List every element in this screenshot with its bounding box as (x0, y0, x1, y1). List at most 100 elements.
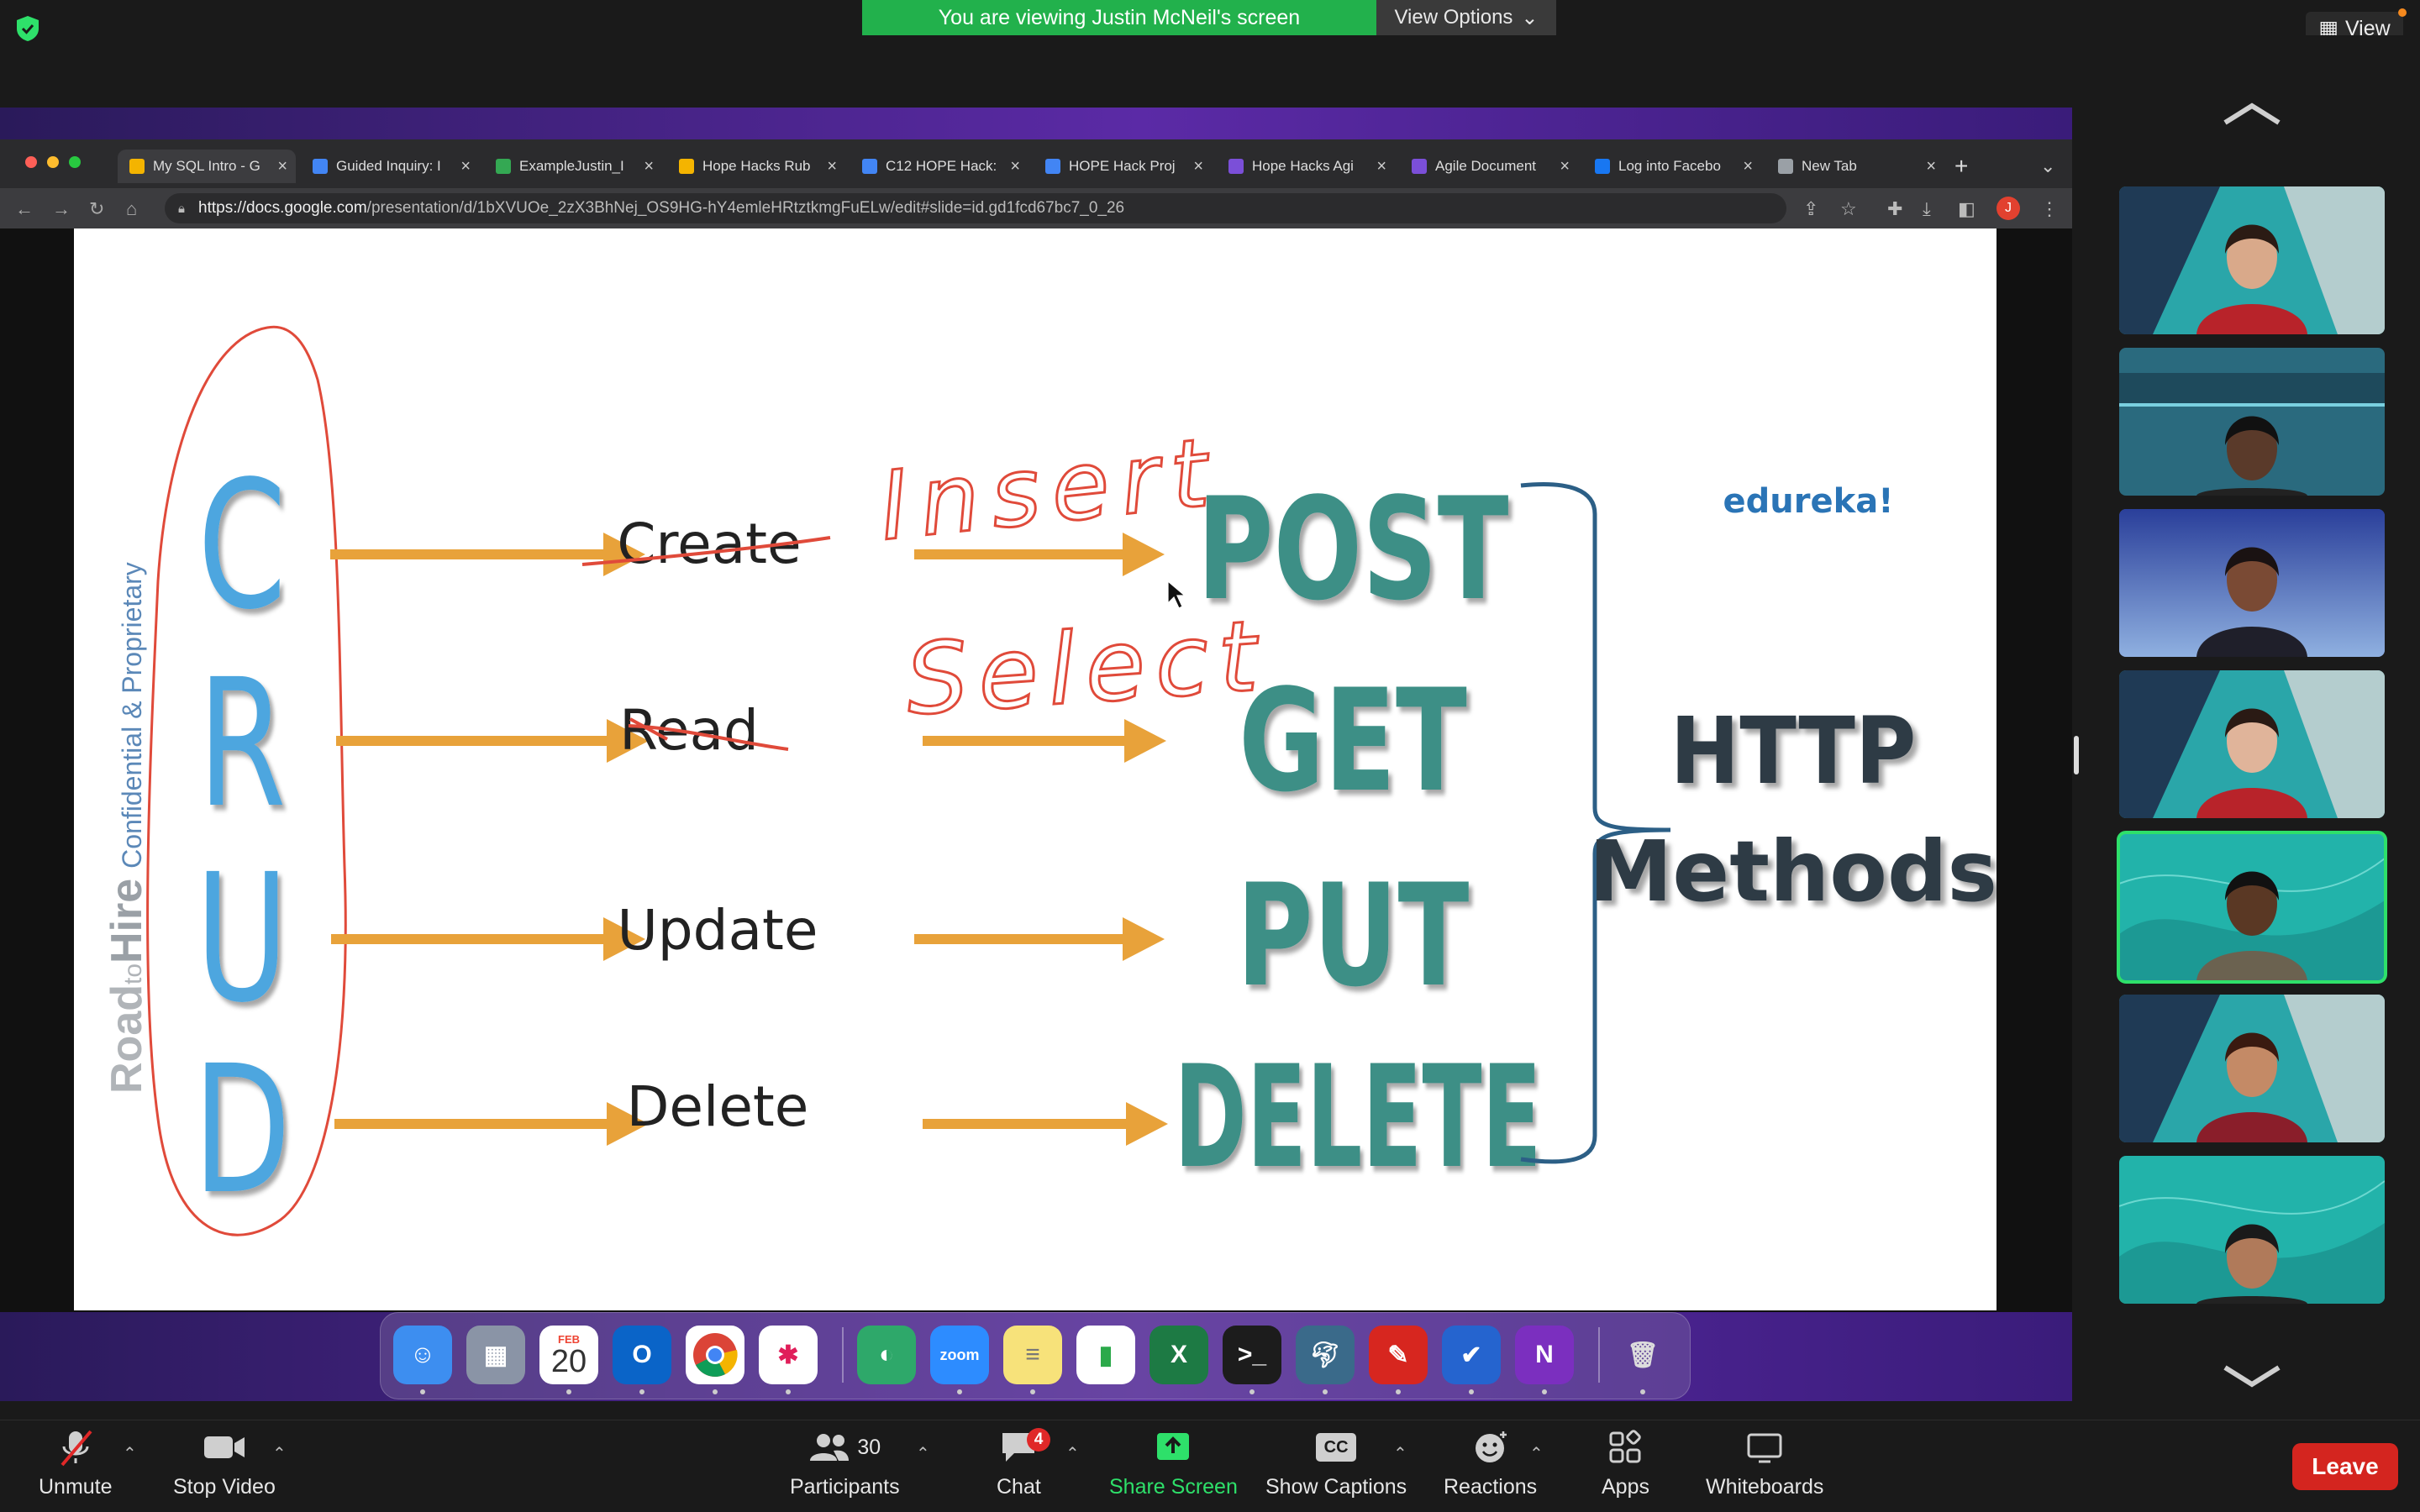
browser-tab[interactable]: Agile Document × (1400, 150, 1578, 183)
side-panel-icon[interactable]: ◧ (1958, 198, 1975, 220)
tasks-icon[interactable]: ✔ (1442, 1326, 1501, 1384)
browser-tab[interactable]: New Tab × (1766, 150, 1944, 183)
tab-close-icon[interactable]: × (1376, 157, 1386, 176)
window-maximize-icon[interactable] (69, 156, 81, 168)
participant-video-tile[interactable] (2117, 831, 2387, 984)
participant-video-tile[interactable] (2119, 670, 2385, 818)
participant-video-tile[interactable] (2119, 995, 2385, 1142)
crud-letter: U (196, 837, 289, 1042)
tab-favicon-icon (1228, 159, 1244, 174)
numbers-icon[interactable]: ▮ (1076, 1326, 1135, 1384)
encryption-shield-icon[interactable] (15, 15, 40, 42)
window-minimize-icon[interactable] (47, 156, 59, 168)
notes-icon[interactable]: ≡ (1003, 1326, 1062, 1384)
show-captions-button[interactable]: CC Show Captions (1265, 1428, 1407, 1499)
watermark-hire: Hire (103, 879, 151, 963)
view-options-button[interactable]: View Options ⌄ (1376, 0, 1556, 35)
browser-tab[interactable]: My SQL Intro - G × (118, 150, 296, 183)
participant-video-tile[interactable] (2119, 1156, 2385, 1304)
browser-tab[interactable]: Log into Facebo × (1583, 150, 1761, 183)
watermark-road: Road (103, 984, 151, 1094)
launchpad-icon[interactable]: ▦ (466, 1326, 525, 1384)
dock-running-indicator (420, 1389, 425, 1394)
terminal-icon[interactable]: >_ (1223, 1326, 1281, 1384)
tab-close-icon[interactable]: × (1560, 157, 1570, 176)
excel-icon[interactable]: X (1150, 1326, 1208, 1384)
smiley-icon (1475, 1431, 1507, 1462)
participant-video-tile[interactable] (2119, 348, 2385, 496)
chat-caret-icon[interactable]: ⌃ (1065, 1443, 1080, 1464)
leave-button[interactable]: Leave (2292, 1443, 2398, 1490)
reactions-caret-icon[interactable]: ⌃ (1529, 1443, 1544, 1464)
zoom-app-label: zoom (939, 1346, 980, 1363)
calendar-icon[interactable]: FEB 20 (539, 1326, 598, 1384)
tab-close-icon[interactable]: × (827, 157, 837, 176)
participant-video-tile[interactable] (2119, 186, 2385, 334)
crud-letters: CRUD (193, 444, 291, 1233)
zoom-meeting-window: You are viewing Justin McNeil's screen V… (0, 0, 2420, 1512)
extensions-icon[interactable]: ✚ (1887, 198, 1902, 220)
slack-icon[interactable]: ✱ (759, 1326, 818, 1384)
share-screen-button[interactable]: Share Screen (1109, 1428, 1238, 1499)
profile-avatar[interactable]: J (1996, 197, 2020, 220)
chat-unread-badge: 4 (1027, 1428, 1050, 1452)
onenote-icon[interactable]: N (1515, 1326, 1574, 1384)
tab-close-icon[interactable]: × (1743, 157, 1753, 176)
browser-tab[interactable]: HOPE Hack Proj × (1034, 150, 1212, 183)
reload-icon[interactable]: ↻ (89, 198, 104, 220)
panel-resize-handle[interactable] (2074, 736, 2079, 774)
browser-tab[interactable]: Guided Inquiry: I × (301, 150, 479, 183)
tab-search-icon[interactable]: ⌄ (2028, 150, 2062, 183)
tab-close-icon[interactable]: × (1193, 157, 1203, 176)
participants-caret-icon[interactable]: ⌃ (916, 1443, 930, 1464)
dock-running-indicator (713, 1389, 718, 1394)
participant-video-tile[interactable] (2119, 509, 2385, 657)
crud-letter: R (197, 642, 286, 847)
tab-favicon-icon (1412, 159, 1427, 174)
stop-video-button[interactable]: Stop Video (173, 1428, 276, 1499)
participants-label: Participants (790, 1475, 900, 1499)
apps-button[interactable]: Apps (1602, 1428, 1649, 1499)
right-arrow-icon (334, 1102, 649, 1146)
http-method-label: DELETE (1174, 1035, 1541, 1200)
mysql-workbench-icon[interactable]: 🐬︎ (1296, 1326, 1355, 1384)
viewing-screen-text: You are viewing Justin McNeil's screen (938, 5, 1301, 29)
network-globe-icon[interactable]: ◐ (857, 1326, 916, 1384)
outlook-icon[interactable]: O (613, 1326, 671, 1384)
trash-icon[interactable]: 🗑︎ (1613, 1326, 1672, 1384)
browser-tab[interactable]: ExampleJustin_I × (484, 150, 662, 183)
tab-close-icon[interactable]: × (277, 157, 287, 176)
tab-close-icon[interactable]: × (644, 157, 654, 176)
scroll-up-chevron-icon[interactable] (2218, 97, 2286, 131)
forward-arrow-icon[interactable]: → (52, 198, 71, 220)
back-arrow-icon[interactable]: ← (15, 198, 34, 220)
dock-running-indicator (1542, 1389, 1547, 1394)
download-icon[interactable]: ⤓ (1923, 198, 1931, 220)
share-icon[interactable]: ⇪ (1803, 198, 1818, 220)
tab-close-icon[interactable]: × (1010, 157, 1020, 176)
bookmark-star-icon[interactable]: ☆ (1840, 198, 1857, 220)
participants-button[interactable]: 30 Participants (790, 1428, 900, 1499)
muted-microphone-icon (60, 1430, 92, 1467)
url-field[interactable]: 🔒︎ https://docs.google.com/presentation/… (165, 193, 1786, 223)
tab-close-icon[interactable]: × (460, 157, 471, 176)
captions-caret-icon[interactable]: ⌃ (1393, 1443, 1407, 1464)
window-close-icon[interactable] (25, 156, 37, 168)
home-icon[interactable]: ⌂ (126, 198, 137, 220)
browser-menu-icon[interactable]: ⋮ (2040, 198, 2059, 220)
scroll-down-chevron-icon[interactable] (2218, 1359, 2286, 1393)
new-tab-button[interactable]: + (1943, 150, 1976, 183)
reactions-button[interactable]: Reactions (1444, 1428, 1537, 1499)
browser-tab[interactable]: Hope Hacks Rub × (667, 150, 845, 183)
whiteboards-button[interactable]: Whiteboards (1706, 1428, 1823, 1499)
browser-tab[interactable]: C12 HOPE Hack: × (850, 150, 1028, 183)
audio-options-caret-icon[interactable]: ⌃ (123, 1443, 137, 1464)
acrobat-icon[interactable]: ✎ (1369, 1326, 1428, 1384)
browser-tab[interactable]: Hope Hacks Agi × (1217, 150, 1395, 183)
video-options-caret-icon[interactable]: ⌃ (272, 1443, 287, 1464)
chrome-icon[interactable] (686, 1326, 744, 1384)
finder-icon[interactable]: ☺ (393, 1326, 452, 1384)
zoom-app-icon[interactable]: zoom (930, 1326, 989, 1384)
tab-close-icon[interactable]: × (1926, 157, 1936, 176)
unmute-button[interactable]: Unmute (39, 1428, 113, 1499)
